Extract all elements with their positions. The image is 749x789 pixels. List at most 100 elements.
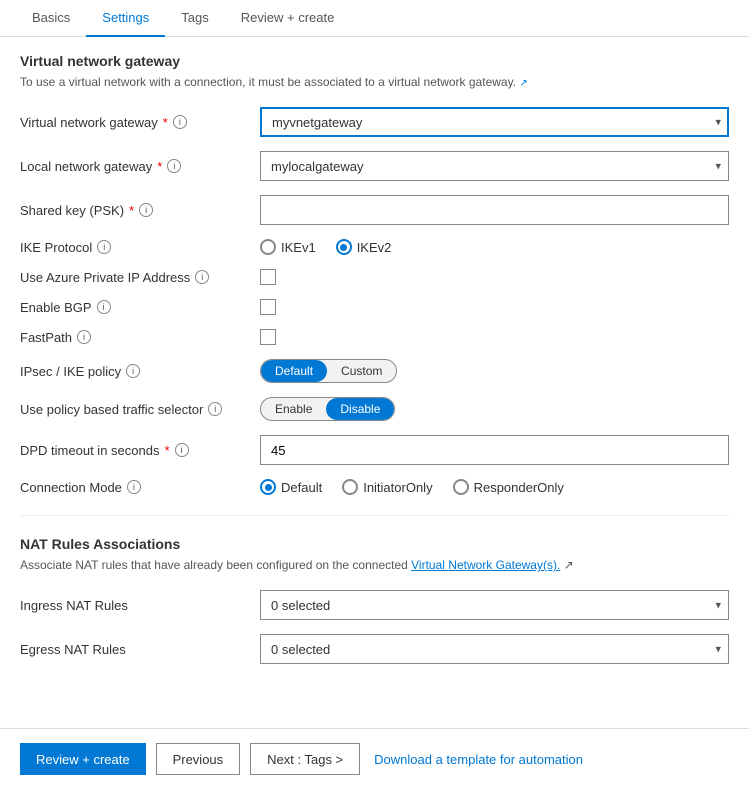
nat-section-desc: Associate NAT rules that have already be… — [20, 558, 729, 572]
vng-dropdown-arrow: ▾ — [715, 116, 721, 129]
azure-ip-label: Use Azure Private IP Address i — [20, 270, 260, 285]
conn-mode-responder[interactable]: ResponderOnly — [453, 479, 564, 495]
conn-mode-default-label: Default — [281, 480, 322, 495]
lng-dropdown-value: mylocalgateway — [271, 159, 364, 174]
conn-mode-info-icon[interactable]: i — [127, 480, 141, 494]
lng-dropdown-arrow: ▾ — [715, 160, 721, 173]
psk-row: Shared key (PSK) * i — [20, 195, 729, 225]
ike-ikev1[interactable]: IKEv1 — [260, 239, 316, 255]
tab-tags[interactable]: Tags — [165, 0, 224, 37]
dpd-input-wrapper — [260, 435, 729, 465]
vng-label: Virtual network gateway * i — [20, 115, 260, 130]
vng-section-title: Virtual network gateway — [20, 53, 729, 69]
conn-mode-initiator-label: InitiatorOnly — [363, 480, 432, 495]
lng-dropdown[interactable]: mylocalgateway — [260, 151, 729, 181]
conn-mode-label: Connection Mode i — [20, 480, 260, 495]
footer: Review + create Previous Next : Tags > D… — [0, 728, 749, 789]
egress-nat-dropdown-arrow: ▾ — [715, 643, 721, 656]
ingress-nat-row: Ingress NAT Rules 0 selected ▾ — [20, 590, 729, 620]
nat-section-title: NAT Rules Associations — [20, 536, 729, 552]
review-create-button[interactable]: Review + create — [20, 743, 146, 775]
tab-basics[interactable]: Basics — [16, 0, 86, 37]
psk-label: Shared key (PSK) * i — [20, 203, 260, 218]
tab-settings[interactable]: Settings — [86, 0, 165, 37]
ingress-nat-dropdown-arrow: ▾ — [715, 599, 721, 612]
ipsec-default-option[interactable]: Default — [261, 360, 327, 382]
azure-ip-row: Use Azure Private IP Address i — [20, 269, 729, 285]
dpd-required: * — [164, 443, 169, 458]
bgp-row: Enable BGP i — [20, 299, 729, 315]
vng-dropdown-wrapper: myvnetgateway ▾ — [260, 107, 729, 137]
lng-dropdown-wrapper: mylocalgateway ▾ — [260, 151, 729, 181]
policy-traffic-label: Use policy based traffic selector i — [20, 402, 260, 417]
conn-mode-default-radio[interactable] — [260, 479, 276, 495]
ike-row: IKE Protocol i IKEv1 IKEv2 — [20, 239, 729, 255]
azure-ip-checkbox-wrapper — [260, 269, 729, 285]
ike-ikev1-radio[interactable] — [260, 239, 276, 255]
vng-row: Virtual network gateway * i myvnetgatewa… — [20, 107, 729, 137]
egress-nat-dropdown[interactable]: 0 selected — [260, 634, 729, 664]
nat-section-link[interactable]: Virtual Network Gateway(s). — [411, 558, 560, 572]
tab-bar: Basics Settings Tags Review + create — [0, 0, 749, 37]
ingress-nat-value: 0 selected — [271, 598, 330, 613]
vng-section-link[interactable]: ↗ — [519, 75, 527, 89]
dpd-input[interactable] — [260, 435, 729, 465]
dpd-label: DPD timeout in seconds * i — [20, 443, 260, 458]
ingress-nat-dropdown-wrapper: 0 selected ▾ — [260, 590, 729, 620]
psk-input[interactable] — [260, 195, 729, 225]
dpd-info-icon[interactable]: i — [175, 443, 189, 457]
download-template-link[interactable]: Download a template for automation — [370, 746, 587, 773]
policy-traffic-info-icon[interactable]: i — [208, 402, 222, 416]
fastpath-checkbox[interactable] — [260, 329, 276, 345]
ipsec-info-icon[interactable]: i — [126, 364, 140, 378]
egress-nat-dropdown-wrapper: 0 selected ▾ — [260, 634, 729, 664]
ike-info-icon[interactable]: i — [97, 240, 111, 254]
conn-mode-default[interactable]: Default — [260, 479, 322, 495]
fastpath-info-icon[interactable]: i — [77, 330, 91, 344]
ipsec-toggle-group: Default Custom — [260, 359, 729, 383]
ingress-nat-label: Ingress NAT Rules — [20, 598, 260, 613]
bgp-info-icon[interactable]: i — [97, 300, 111, 314]
tab-review-create[interactable]: Review + create — [225, 0, 351, 37]
ike-ikev2-radio[interactable] — [336, 239, 352, 255]
fastpath-checkbox-wrapper — [260, 329, 729, 345]
egress-nat-value: 0 selected — [271, 642, 330, 657]
vng-dropdown-value: myvnetgateway — [272, 115, 362, 130]
vng-info-icon[interactable]: i — [173, 115, 187, 129]
previous-button[interactable]: Previous — [156, 743, 241, 775]
conn-mode-initiator-radio[interactable] — [342, 479, 358, 495]
next-button[interactable]: Next : Tags > — [250, 743, 360, 775]
fastpath-label: FastPath i — [20, 330, 260, 345]
ipsec-row: IPsec / IKE policy i Default Custom — [20, 359, 729, 383]
psk-info-icon[interactable]: i — [139, 203, 153, 217]
bgp-checkbox-wrapper — [260, 299, 729, 315]
lng-info-icon[interactable]: i — [167, 159, 181, 173]
vng-required: * — [163, 115, 168, 130]
azure-ip-info-icon[interactable]: i — [195, 270, 209, 284]
bgp-checkbox[interactable] — [260, 299, 276, 315]
psk-required: * — [129, 203, 134, 218]
conn-mode-responder-radio[interactable] — [453, 479, 469, 495]
ike-ikev2[interactable]: IKEv2 — [336, 239, 392, 255]
lng-label: Local network gateway * i — [20, 159, 260, 174]
ike-radio-group: IKEv1 IKEv2 — [260, 239, 729, 255]
nat-section: NAT Rules Associations Associate NAT rul… — [20, 536, 729, 664]
bgp-label: Enable BGP i — [20, 300, 260, 315]
ingress-nat-dropdown[interactable]: 0 selected — [260, 590, 729, 620]
psk-input-wrapper — [260, 195, 729, 225]
lng-row: Local network gateway * i mylocalgateway… — [20, 151, 729, 181]
ike-label: IKE Protocol i — [20, 240, 260, 255]
azure-ip-checkbox[interactable] — [260, 269, 276, 285]
policy-traffic-row: Use policy based traffic selector i Enab… — [20, 397, 729, 421]
fastpath-row: FastPath i — [20, 329, 729, 345]
vng-dropdown[interactable]: myvnetgateway — [260, 107, 729, 137]
egress-nat-row: Egress NAT Rules 0 selected ▾ — [20, 634, 729, 664]
conn-mode-initiator[interactable]: InitiatorOnly — [342, 479, 432, 495]
ike-ikev1-label: IKEv1 — [281, 240, 316, 255]
conn-mode-responder-label: ResponderOnly — [474, 480, 564, 495]
policy-traffic-enable-option[interactable]: Enable — [261, 398, 326, 420]
lng-required: * — [157, 159, 162, 174]
vng-section-desc: To use a virtual network with a connecti… — [20, 75, 729, 89]
policy-traffic-disable-option[interactable]: Disable — [326, 398, 394, 420]
ipsec-custom-option[interactable]: Custom — [327, 360, 396, 382]
